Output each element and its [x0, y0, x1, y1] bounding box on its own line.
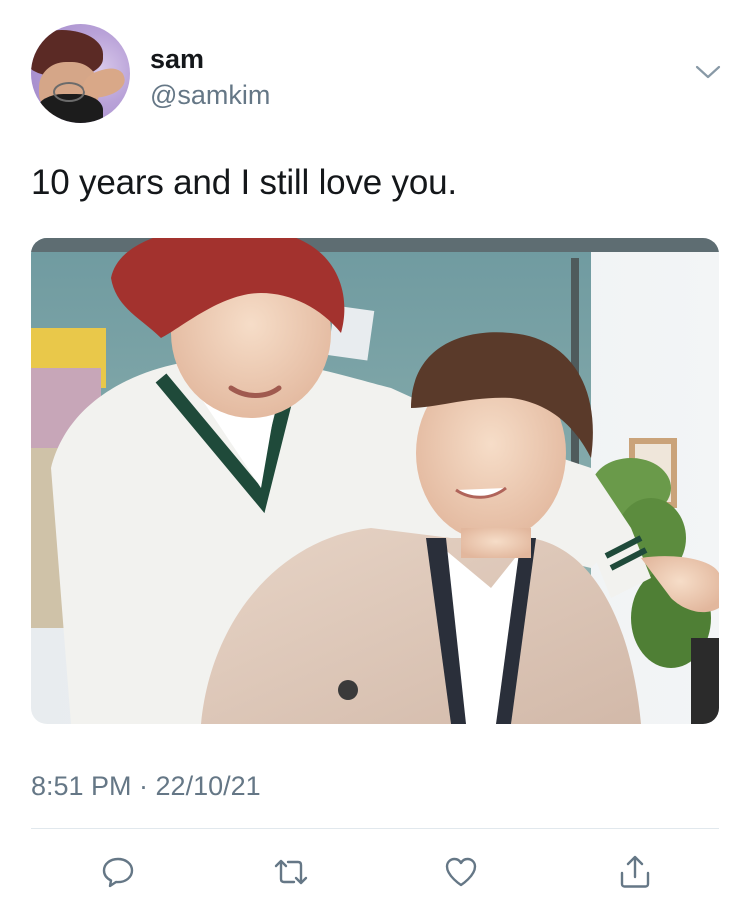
avatar[interactable] [31, 24, 130, 123]
tweet-photo[interactable] [31, 238, 719, 724]
divider [31, 828, 719, 829]
heart-icon[interactable] [441, 852, 481, 892]
retweet-icon[interactable] [271, 852, 311, 892]
display-name[interactable]: sam [150, 44, 204, 75]
tweet-timestamp[interactable]: 8:51 PM · 22/10/21 [31, 771, 261, 802]
tweet-text: 10 years and I still love you. [31, 163, 457, 202]
reply-icon[interactable] [98, 852, 138, 892]
chevron-down-icon[interactable] [694, 62, 722, 82]
avatar-glasses [53, 82, 85, 102]
share-icon[interactable] [615, 852, 655, 892]
user-handle[interactable]: @samkim [150, 80, 270, 111]
